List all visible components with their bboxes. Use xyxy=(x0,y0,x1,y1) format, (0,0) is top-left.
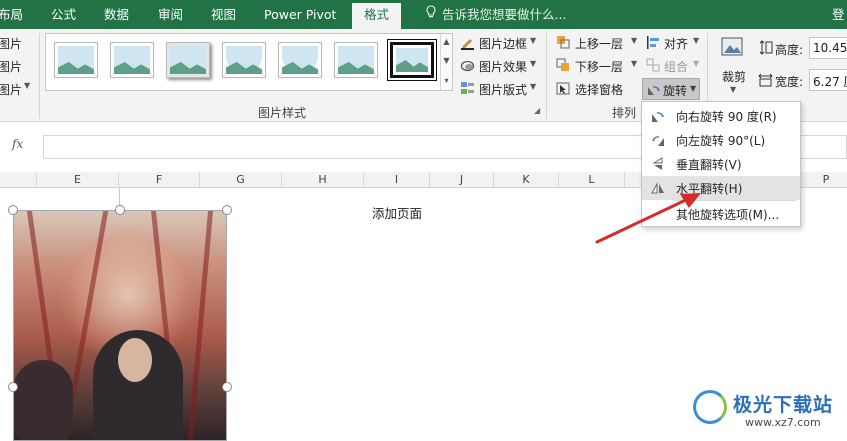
watermark-url: www.xz7.com xyxy=(745,416,821,429)
watermark-name: 极光下载站 xyxy=(733,394,834,416)
annotation-arrow xyxy=(595,193,701,244)
site-watermark: 极光下载站 www.xz7.com xyxy=(693,388,843,438)
watermark-logo-icon xyxy=(693,390,727,424)
